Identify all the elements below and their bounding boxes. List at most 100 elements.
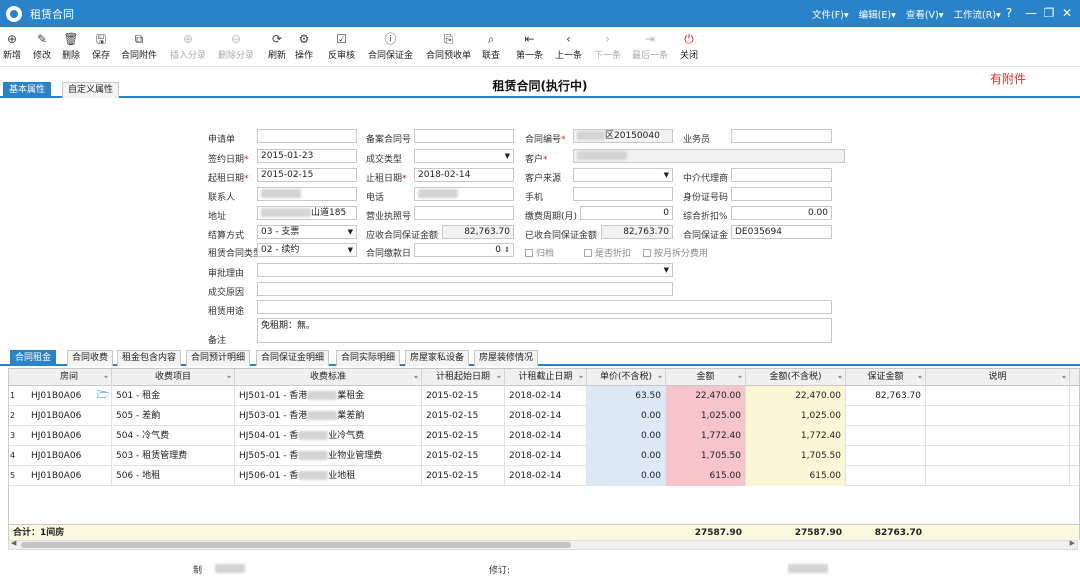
cell-standard[interactable]: HJ505-01 - 香 业物业管理费 [235,446,422,466]
close-window-button[interactable]: ✕ [1058,4,1076,22]
first-button[interactable]: ⇤ 第一条 [516,32,543,61]
cell-deposit[interactable]: 82,763.70 [846,386,926,406]
column-header-4[interactable]: 计租截止日期 ⌖ [505,369,587,386]
cell-start[interactable]: 2015-02-15 [422,386,505,406]
address-field[interactable]: 山道185 [257,206,357,220]
cell-item[interactable]: 503 - 租赁管理费 [112,446,235,466]
cell-end[interactable]: 2018-02-14 [505,446,587,466]
cell-price[interactable]: 63.50 [587,386,666,406]
save-button[interactable]: 🖫 保存 [92,32,110,61]
customer-field[interactable] [573,149,845,163]
cell-room[interactable]: HJ01B0A06 [27,466,112,486]
split-monthly-checkbox[interactable]: 按月拆分费用 [643,246,708,259]
new-button[interactable]: ⊕ 新增 [3,32,21,61]
cell-start[interactable]: 2015-02-15 [422,446,505,466]
cell-deposit[interactable] [846,466,926,486]
spin-icon[interactable]: ⇕ [504,244,510,256]
cell-end[interactable]: 2018-02-14 [505,426,587,446]
table-row[interactable]: 5 HJ01B0A06 506 - 地租 HJ506-01 - 香 业地租 2015-02… [9,466,1079,486]
cell-item[interactable]: 505 - 差餉 [112,406,235,426]
minimize-button[interactable]: — [1022,4,1040,22]
cell-note[interactable] [926,406,1070,426]
cell-amount[interactable]: 22,470.00 [666,386,746,406]
remark-field[interactable]: 免租期：無。 [257,318,832,343]
table-row[interactable]: 4 HJ01B0A06 503 - 租赁管理费 HJ505-01 - 香 业物业管理费 2… [9,446,1079,466]
restore-button[interactable]: ❐ [1040,4,1058,22]
id-no-field[interactable] [731,187,832,201]
pin-icon[interactable]: ⌖ [918,369,922,386]
cell-start[interactable]: 2015-02-15 [422,406,505,426]
attachment-button[interactable]: ⧉ 合同附件 [121,32,157,61]
tab-detail-5[interactable]: 合同实际明细 [336,350,401,366]
settle-select[interactable]: 03 - 支票 ▼ [257,225,357,239]
tab-detail-3[interactable]: 合同预计明细 [186,350,251,366]
deal-reason-field[interactable] [257,282,673,296]
pin-icon[interactable]: ⌖ [227,369,231,386]
cell-end[interactable]: 2018-02-14 [505,386,587,406]
record-no-field[interactable] [414,129,514,143]
deal-type-select[interactable]: ▼ [414,149,514,163]
agent-field[interactable] [731,168,832,182]
pin-icon[interactable]: ⌖ [658,369,662,386]
apply-field[interactable] [257,129,357,143]
unaudit-button[interactable]: ☑ 反审核 [328,32,355,61]
contract-no-field[interactable]: 区20150040 [573,129,673,143]
cell-note[interactable] [926,446,1070,466]
pin-icon[interactable]: ⌖ [838,369,842,386]
column-header-9[interactable]: 说明 ⌖ [926,369,1070,386]
table-row[interactable]: 2 HJ01B0A06 505 - 差餉 HJ503-01 - 香港 業差餉 2015-0… [9,406,1079,426]
cell-amount_nt[interactable]: 1,705.50 [746,446,846,466]
pin-icon[interactable]: ⌖ [738,369,742,386]
help-button[interactable]: ? [1000,4,1018,22]
column-header-5[interactable]: 单价(不含税) ⌖ [587,369,666,386]
cell-amount[interactable]: 1,025.00 [666,406,746,426]
approve-reason-select[interactable]: ▼ [257,263,673,277]
close-button[interactable]: ⏻ 关闭 [680,32,698,61]
refresh-button[interactable]: ⟳ 刷新 [268,32,286,61]
cell-standard[interactable]: HJ506-01 - 香 业地租 [235,466,422,486]
tab-detail-2[interactable]: 租金包含内容 [117,350,182,366]
cell-amount_nt[interactable]: 1,772.40 [746,426,846,446]
cell-standard[interactable]: HJ501-01 - 香港 業租金 [235,386,422,406]
table-row[interactable]: 1 HJ01B0A06 🗁 501 - 租金 HJ501-01 - 香港 業租金 2015-… [9,386,1079,406]
cell-item[interactable]: 504 - 冷气费 [112,426,235,446]
tab-detail-0[interactable]: 合同租金 [10,350,57,366]
next-button[interactable]: › 下一条 [594,32,621,61]
cell-item[interactable]: 501 - 租金 [112,386,235,406]
ops-button[interactable]: ⚙ 操作 [295,32,313,61]
cell-price[interactable]: 0.00 [587,426,666,446]
cell-start[interactable]: 2015-02-15 [422,426,505,446]
discount-field[interactable]: 0.00 [731,206,832,220]
deposit-due-field[interactable]: 82,763.70 [442,225,514,239]
pay-day-field[interactable]: 0 ⇕ [414,243,514,257]
cell-deposit[interactable] [846,426,926,446]
edit-button[interactable]: ✎ 修改 [33,32,51,61]
column-header-7[interactable]: 金额(不含税) ⌖ [746,369,846,386]
lease-type-select[interactable]: 02 - 续约 ▼ [257,243,357,257]
tab-detail-1[interactable]: 合同收费 [67,350,114,366]
archive-checkbox[interactable]: 归档 [525,246,554,259]
menu-edit[interactable]: 编辑(E)▾ [859,7,896,21]
last-button[interactable]: ⇥ 最后一条 [632,32,668,61]
table-row[interactable]: 3 HJ01B0A06 504 - 冷气费 HJ504-01 - 香 业冷气费 2015-… [9,426,1079,446]
tab-detail-7[interactable]: 房屋装修情况 [474,350,539,366]
column-header-6[interactable]: 金额 ⌖ [666,369,746,386]
column-header-2[interactable]: 收费标准 ⌖ [235,369,422,386]
query-button[interactable]: ⌕ 联查 [482,32,500,61]
cell-price[interactable]: 0.00 [587,406,666,426]
pin-icon[interactable]: ⌖ [579,369,583,386]
folder-icon[interactable]: 🗁 [97,386,109,406]
pin-icon[interactable]: ⌖ [1062,369,1066,386]
prev-button[interactable]: ‹ 上一条 [555,32,582,61]
cell-amount[interactable]: 1,705.50 [666,446,746,466]
deposit-button[interactable]: ⓘ 合同保证金 [368,32,413,61]
cust-source-select[interactable]: ▼ [573,168,673,182]
cell-end[interactable]: 2018-02-14 [505,466,587,486]
insert-button[interactable]: ⊕ 插入分录 [170,32,206,61]
scroll-thumb[interactable] [21,542,571,548]
cell-standard[interactable]: HJ504-01 - 香 业冷气费 [235,426,422,446]
cell-note[interactable] [926,386,1070,406]
cell-room[interactable]: HJ01B0A06 [27,406,112,426]
cell-price[interactable]: 0.00 [587,446,666,466]
cell-note[interactable] [926,426,1070,446]
